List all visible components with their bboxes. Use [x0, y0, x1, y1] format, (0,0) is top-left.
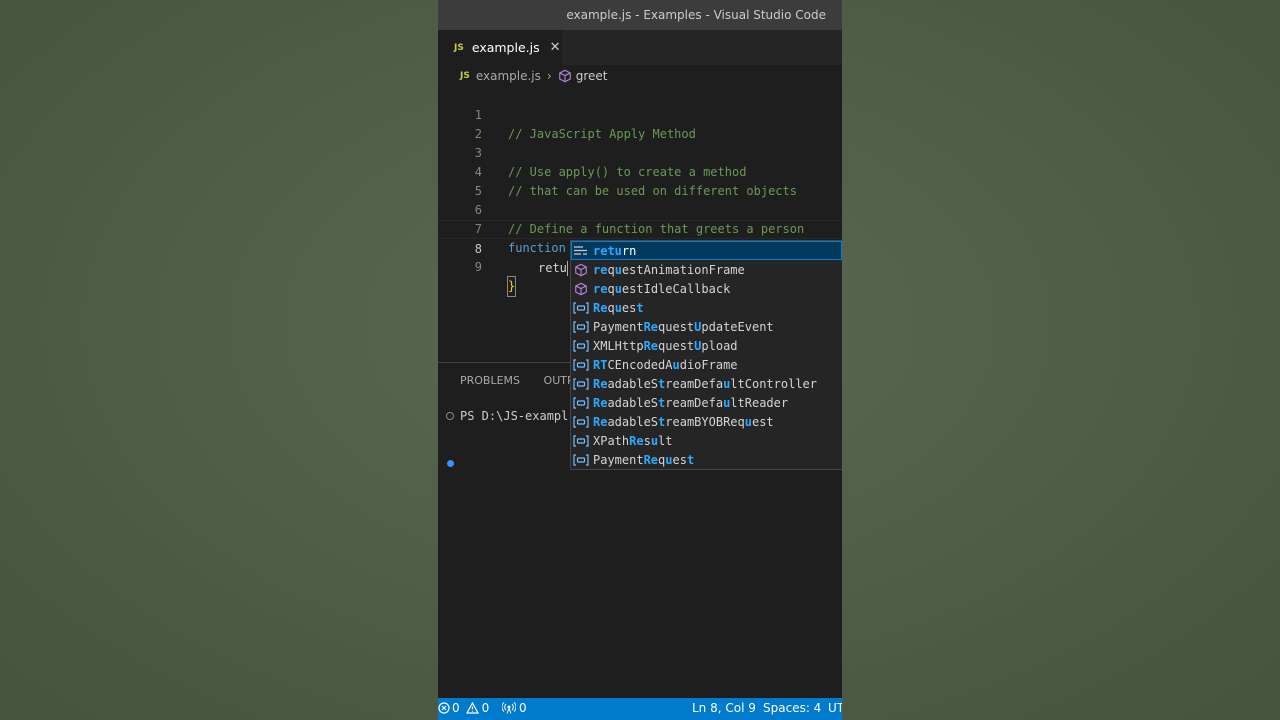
code-line: 6 // Define a function that greets a per…	[438, 182, 842, 236]
method-cube-icon	[573, 281, 589, 297]
variable-icon	[573, 433, 589, 449]
variable-icon	[573, 452, 589, 468]
suggestion-label: PaymentRequestUpdateEvent	[593, 319, 774, 334]
variable-icon	[573, 300, 589, 316]
code-line-active: 8 retu	[438, 220, 842, 276]
suggestion-label: ReadableStreamDefaultController	[593, 376, 817, 391]
command-status-dot-icon	[447, 460, 454, 467]
editor-tab-bar: JS example.js ✕	[438, 30, 842, 65]
problems-status[interactable]: 0 0	[438, 701, 489, 715]
breadcrumb-separator: ›	[546, 69, 552, 83]
error-count: 0	[452, 701, 460, 715]
cursor-position[interactable]: Ln 8, Col 9	[692, 701, 756, 715]
code-line: 5	[438, 163, 842, 198]
suggestion-item[interactable]: ReadableStreamDefaultReader	[571, 393, 842, 412]
suggestion-item[interactable]: ReadableStreamDefaultController	[571, 374, 842, 393]
suggestion-item[interactable]: return	[571, 241, 842, 260]
variable-icon	[573, 319, 589, 335]
breadcrumb-file[interactable]: example.js	[476, 69, 541, 83]
suggestion-widget[interactable]: return requestAnimationFrame requestIdleCa…	[570, 240, 842, 470]
warning-count: 0	[481, 701, 490, 715]
tab-label: example.js	[471, 40, 540, 55]
breadcrumb-symbol[interactable]: greet	[576, 69, 608, 83]
variable-icon	[573, 414, 589, 430]
terminal-prompt: PS D:\JS-exampl	[460, 409, 569, 423]
suggestion-label: ReadableStreamBYOBRequest	[593, 414, 774, 429]
typed-text: retu	[538, 261, 567, 275]
close-tab-icon[interactable]: ✕	[550, 40, 561, 55]
suggestion-label: ReadableStreamDefaultReader	[593, 395, 789, 410]
js-file-icon: JS	[460, 71, 470, 81]
variable-icon	[573, 357, 589, 373]
suggestion-item[interactable]: requestAnimationFrame	[571, 260, 842, 279]
suggestion-item[interactable]: ReadableStreamBYOBRequest	[571, 412, 842, 431]
keyword-icon	[573, 243, 589, 259]
js-file-icon: JS	[454, 42, 464, 53]
code-line: 7 function greet(greeting){	[438, 201, 842, 256]
suggestion-label: Request	[593, 300, 644, 315]
variable-icon	[573, 338, 589, 354]
code-line: 3 // Use apply() to create a method	[438, 125, 842, 179]
method-cube-icon	[573, 262, 589, 278]
typed-code: retu	[538, 259, 568, 278]
encoding-status[interactable]: UT	[828, 701, 842, 715]
tab-problems[interactable]: PROBLEMS	[460, 374, 520, 387]
command-decoration-icon	[446, 412, 454, 420]
method-cube-icon	[558, 69, 572, 83]
window-title: example.js - Examples - Visual Studio Co…	[566, 8, 826, 22]
variable-icon	[573, 395, 589, 411]
brace-close: }	[506, 276, 517, 297]
suggestion-label: requestIdleCallback	[593, 281, 731, 296]
suggestion-item[interactable]: XMLHttpRequestUpload	[571, 336, 842, 355]
title-bar: example.js - Examples - Visual Studio Co…	[438, 0, 842, 30]
breadcrumb: JS example.js › greet	[438, 65, 842, 87]
suggestion-label: PaymentRequest	[593, 452, 695, 467]
suggestion-label: return	[593, 243, 637, 258]
suggestion-item[interactable]: requestIdleCallback	[571, 279, 842, 298]
suggestion-label: XMLHttpRequestUpload	[593, 338, 738, 353]
suggestion-item[interactable]: RTCEncodedAudioFrame	[571, 355, 842, 374]
warning-icon	[465, 702, 479, 714]
suggestion-item[interactable]: PaymentRequestUpdateEvent	[571, 317, 842, 336]
vscode-window: example.js - Examples - Visual Studio Co…	[438, 0, 842, 720]
suggestion-label: XPathResult	[593, 433, 673, 448]
code-line: 1 // JavaScript Apply Method	[438, 87, 842, 141]
indentation-status[interactable]: Spaces: 4	[763, 701, 821, 715]
broadcast-icon	[502, 702, 516, 714]
suggestion-label: requestAnimationFrame	[593, 262, 745, 277]
code-line: 2	[438, 106, 842, 141]
ports-status[interactable]: 0	[502, 701, 527, 715]
error-icon	[438, 702, 450, 714]
variable-icon	[573, 376, 589, 392]
suggestion-item[interactable]: XPathResult	[571, 431, 842, 450]
suggestion-label: RTCEncodedAudioFrame	[593, 357, 738, 372]
suggestion-item[interactable]: Request	[571, 298, 842, 317]
line-number: 9	[474, 260, 482, 274]
code-line: 4 // that can be used on different objec…	[438, 144, 842, 198]
status-bar: 0 0 0 Ln 8, Col 9 Spaces: 4 UT	[438, 698, 842, 720]
suggestion-item[interactable]: PaymentRequest	[571, 450, 842, 469]
tab-example-js[interactable]: JS example.js ✕	[438, 30, 562, 65]
terminal-output[interactable]: PS D:\JS-exampl	[446, 409, 568, 423]
text-cursor	[566, 261, 568, 276]
ports-count: 0	[519, 701, 527, 715]
